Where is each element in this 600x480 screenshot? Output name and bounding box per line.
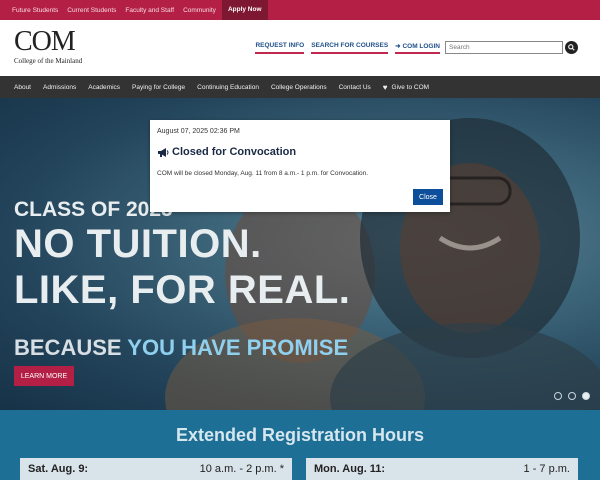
college-logo[interactable]: COM College of the Mainland <box>14 28 104 72</box>
nav-item-continuing-education[interactable]: Continuing Education <box>197 84 259 91</box>
alert-title-row: Closed for Convocation <box>157 146 296 158</box>
logo-wordmark: COM <box>14 26 76 57</box>
nav-item-academics[interactable]: Academics <box>88 84 120 91</box>
nav-item-paying-for-college[interactable]: Paying for College <box>132 84 185 91</box>
registration-hours: 10 a.m. - 2 p.m. * <box>199 463 284 475</box>
utility-bar: Future Students Current Students Faculty… <box>0 0 600 20</box>
heart-icon: ♥ <box>382 82 388 92</box>
main-nav: About Admissions Academics Paying for Co… <box>0 76 600 98</box>
com-login-link[interactable]: ➜ COM LOGIN <box>395 42 440 54</box>
search-icon <box>568 44 575 51</box>
carousel-dot-2[interactable] <box>568 392 576 400</box>
topbar-link-community[interactable]: Community <box>183 7 216 14</box>
registration-hours: 1 - 7 p.m. <box>523 463 570 475</box>
search-button[interactable] <box>565 41 578 54</box>
registration-title: Extended Registration Hours <box>175 425 425 445</box>
hero-headline-1: NO TUITION. <box>14 222 262 266</box>
carousel-dot-3[interactable] <box>582 392 590 400</box>
registration-section: Extended Registration Hours Sat. Aug. 9:… <box>0 410 600 480</box>
search-courses-link[interactable]: SEARCH FOR COURSES <box>311 42 389 54</box>
give-label: Give to COM <box>391 83 430 91</box>
megaphone-icon <box>158 147 169 157</box>
nav-item-contact-us[interactable]: Contact Us <box>339 84 371 91</box>
login-icon: ➜ <box>395 43 401 50</box>
hero-promise-line: BECAUSE YOU HAVE PROMISE <box>14 335 348 361</box>
alert-date: August 07, 2025 02:36 PM <box>157 128 240 135</box>
alert-body: COM will be closed Monday, Aug. 11 from … <box>157 170 369 177</box>
site-header: COM College of the Mainland REQUEST INFO… <box>0 20 600 76</box>
hero-class-of-2025: CLASS OF 2025 <box>14 198 173 221</box>
registration-row: Sat. Aug. 9: 10 a.m. - 2 p.m. * <box>20 458 292 480</box>
nav-item-about[interactable]: About <box>14 84 31 91</box>
hero-headline-2: LIKE, FOR REAL. <box>14 268 351 312</box>
com-login-label: COM LOGIN <box>402 43 440 50</box>
learn-more-button[interactable]: LEARN MORE <box>14 366 74 386</box>
registration-row: Mon. Aug. 11: 1 - 7 p.m. <box>306 458 578 480</box>
logo-subtitle: College of the Mainland <box>14 57 83 65</box>
registration-day: Mon. Aug. 11: <box>314 463 386 475</box>
nav-item-college-operations[interactable]: College Operations <box>271 84 327 91</box>
promise-prefix: BECAUSE <box>14 335 128 360</box>
topbar-link-current-students[interactable]: Current Students <box>67 7 116 14</box>
close-button[interactable]: Close <box>413 189 443 205</box>
registration-day: Sat. Aug. 9: <box>28 463 89 475</box>
topbar-link-faculty-staff[interactable]: Faculty and Staff <box>125 7 174 14</box>
header-links: REQUEST INFO SEARCH FOR COURSES ➜ COM LO… <box>255 42 440 54</box>
alert-title: Closed for Convocation <box>172 146 297 158</box>
carousel-dots <box>554 392 590 400</box>
carousel-dot-1[interactable] <box>554 392 562 400</box>
nav-item-admissions[interactable]: Admissions <box>43 84 76 91</box>
nav-item-give[interactable]: ♥ Give to COM <box>383 83 429 92</box>
request-info-link[interactable]: REQUEST INFO <box>255 42 305 54</box>
alert-modal: August 07, 2025 02:36 PM Closed for Conv… <box>150 120 450 212</box>
search-input[interactable] <box>445 41 563 54</box>
topbar-link-future-students[interactable]: Future Students <box>12 7 58 14</box>
promise-highlight: YOU HAVE PROMISE <box>127 335 349 360</box>
apply-now-button[interactable]: Apply Now <box>221 0 268 20</box>
